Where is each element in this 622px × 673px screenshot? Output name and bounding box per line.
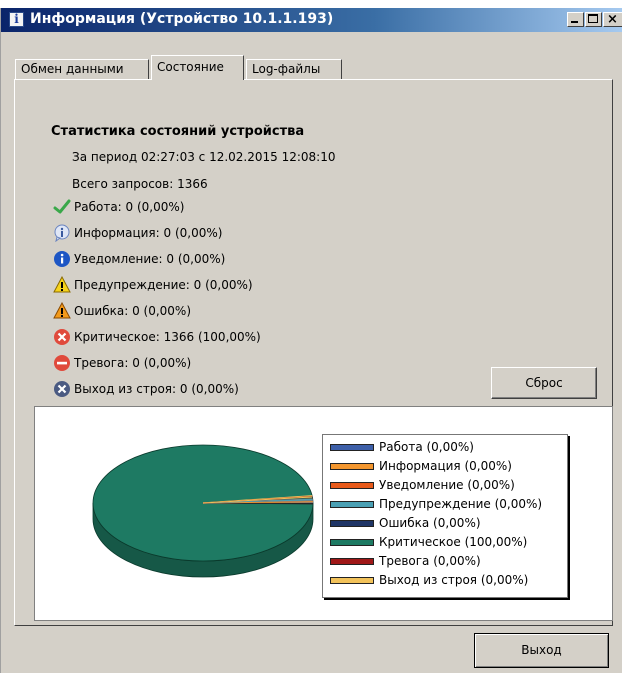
status-label-warning: Предупреждение: 0 (0,00%)	[74, 278, 253, 292]
maximize-icon	[588, 14, 598, 23]
warning-yellow-icon	[53, 276, 71, 293]
critical-x-icon	[54, 329, 70, 345]
legend-swatch	[330, 482, 374, 489]
stats-total: Всего запросов: 1366	[72, 177, 208, 191]
status-label-failure: Выход из строя: 0 (0,00%)	[74, 382, 239, 396]
legend-label: Тревога (0,00%)	[379, 554, 481, 568]
legend-swatch	[330, 577, 374, 584]
tab-status[interactable]: Состояние	[151, 55, 244, 80]
title-bar[interactable]: i Информация (Устройство 10.1.1.193) ×	[1, 8, 622, 32]
maximize-button[interactable]	[585, 12, 602, 27]
check-icon	[53, 199, 71, 214]
app-info-icon: i	[9, 12, 24, 27]
legend-swatch	[330, 501, 374, 508]
alarm-minus-icon	[54, 355, 70, 371]
close-button[interactable]: ×	[603, 12, 622, 27]
legend-swatch	[330, 444, 374, 451]
minimize-button[interactable]	[567, 12, 584, 27]
legend-swatch	[330, 520, 374, 527]
legend-swatch	[330, 539, 374, 546]
exit-button[interactable]: Выход	[474, 633, 609, 668]
warning-orange-icon	[53, 302, 71, 319]
legend-label: Выход из строя (0,00%)	[379, 573, 529, 587]
failure-x-icon	[54, 381, 70, 397]
info-circle-icon	[54, 251, 70, 267]
stats-period: За период 02:27:03 с 12.02.2015 12:08:10	[72, 150, 336, 164]
legend-label: Информация (0,00%)	[379, 459, 512, 473]
status-label-work: Работа: 0 (0,00%)	[74, 200, 185, 214]
window-title: Информация (Устройство 10.1.1.193)	[30, 11, 334, 27]
close-icon: ×	[607, 12, 618, 27]
legend-swatch	[330, 558, 374, 565]
info-window: i Информация (Устройство 10.1.1.193) × О…	[0, 8, 622, 673]
status-panel: Статистика состояний устройства За перио…	[14, 79, 613, 626]
stats-heading: Статистика состояний устройства	[51, 124, 305, 139]
status-label-alarm: Тревога: 0 (0,00%)	[74, 356, 192, 370]
status-label-notice: Уведомление: 0 (0,00%)	[74, 252, 226, 266]
status-label-info: Информация: 0 (0,00%)	[74, 226, 223, 240]
status-pie-chart: Работа (0,00%) Информация (0,00%) Уведомле…	[34, 406, 613, 621]
legend-swatch	[330, 463, 374, 470]
legend-label: Предупреждение (0,00%)	[379, 497, 543, 511]
tab-data-exchange[interactable]: Обмен данными	[15, 59, 149, 79]
legend-label: Критическое (100,00%)	[379, 535, 528, 549]
legend-label: Уведомление (0,00%)	[379, 478, 515, 492]
legend-label: Работа (0,00%)	[379, 440, 474, 454]
minimize-icon	[571, 21, 578, 23]
status-label-critical: Критическое: 1366 (100,00%)	[74, 330, 261, 344]
info-bubble-icon	[54, 224, 70, 242]
chart-legend: Работа (0,00%) Информация (0,00%) Уведомле…	[322, 434, 568, 598]
status-label-error: Ошибка: 0 (0,00%)	[74, 304, 192, 318]
reset-button[interactable]: Сброс	[491, 367, 597, 399]
legend-label: Ошибка (0,00%)	[379, 516, 481, 530]
tab-log-files[interactable]: Log-файлы	[246, 59, 342, 79]
